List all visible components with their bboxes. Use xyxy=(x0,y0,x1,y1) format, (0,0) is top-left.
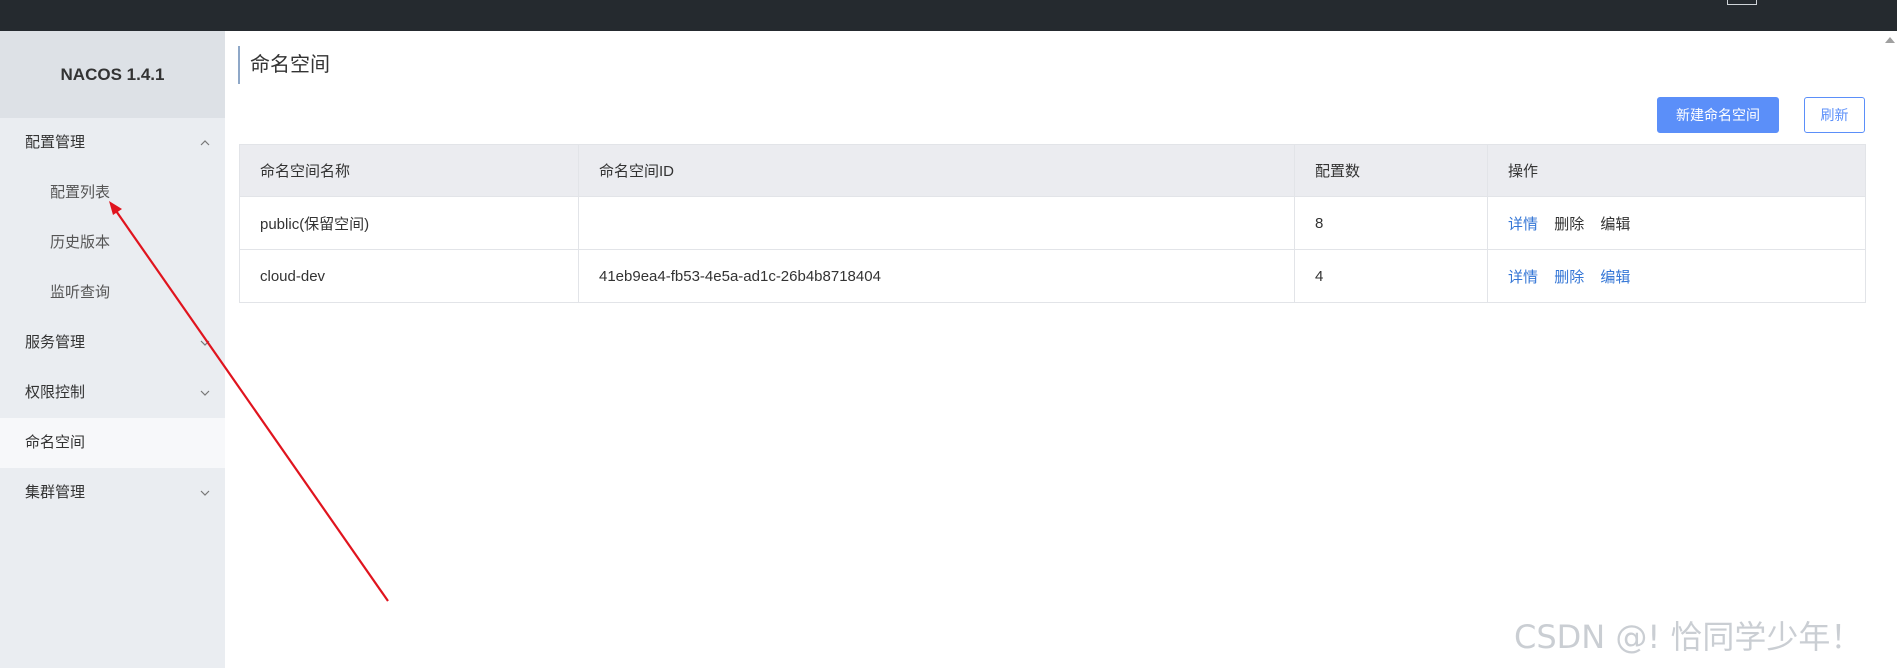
namespace-id-cell xyxy=(578,196,1295,250)
namespace-id-cell: 41eb9ea4-fb53-4e5a-ad1c-26b4b8718404 xyxy=(578,249,1295,303)
sidebar-item-service-management[interactable]: 服务管理 xyxy=(0,318,225,368)
sidebar-item-history[interactable]: 历史版本 xyxy=(0,218,225,268)
sidebar-item-access-control[interactable]: 权限控制 xyxy=(0,368,225,418)
column-header-name: 命名空间名称 xyxy=(239,144,579,197)
scrollbar[interactable] xyxy=(1881,31,1897,668)
sidebar-item-label: 监听查询 xyxy=(50,284,111,301)
top-navbar xyxy=(0,0,1897,31)
namespace-name-cell: cloud-dev xyxy=(239,249,579,303)
column-header-id: 命名空间ID xyxy=(578,144,1295,197)
config-count-cell: 4 xyxy=(1294,249,1488,303)
sidebar-item-config-management[interactable]: 配置管理 xyxy=(0,118,225,168)
scroll-up-arrow-icon[interactable] xyxy=(1885,37,1895,43)
chevron-down-icon xyxy=(199,318,211,368)
topbar-control[interactable] xyxy=(1727,0,1757,5)
edit-link[interactable]: 编辑 xyxy=(1600,216,1630,233)
config-count-cell: 8 xyxy=(1294,196,1488,250)
chevron-down-icon xyxy=(199,468,211,518)
table-row: public(保留空间) 8 详情 删除 编辑 xyxy=(239,196,1866,250)
sidebar-item-label: 历史版本 xyxy=(50,234,111,251)
chevron-up-icon xyxy=(199,118,211,168)
table-row: cloud-dev 41eb9ea4-fb53-4e5a-ad1c-26b4b8… xyxy=(239,249,1866,303)
namespace-name-cell: public(保留空间) xyxy=(239,196,579,250)
refresh-button[interactable]: 刷新 xyxy=(1804,97,1865,133)
create-namespace-button[interactable]: 新建命名空间 xyxy=(1657,97,1779,133)
sidebar-item-label: 命名空间 xyxy=(25,434,86,451)
details-link[interactable]: 详情 xyxy=(1508,216,1538,233)
actions-cell: 详情 删除 编辑 xyxy=(1487,249,1866,303)
column-header-actions: 操作 xyxy=(1487,144,1866,197)
sidebar-item-namespace[interactable]: 命名空间 xyxy=(0,418,225,468)
sidebar-item-config-list[interactable]: 配置列表 xyxy=(0,168,225,218)
page-title: 命名空间 xyxy=(238,46,330,84)
sidebar-item-listener-query[interactable]: 监听查询 xyxy=(0,268,225,318)
main-content: 命名空间 新建命名空间 刷新 命名空间名称 命名空间ID 配置数 操作 publ… xyxy=(225,31,1897,668)
delete-link[interactable]: 删除 xyxy=(1554,269,1584,286)
details-link[interactable]: 详情 xyxy=(1508,269,1538,286)
sidebar-item-label: 权限控制 xyxy=(25,384,86,401)
brand-logo[interactable]: NACOS 1.4.1 xyxy=(0,31,225,118)
sidebar-item-label: 集群管理 xyxy=(25,484,86,501)
table-header-row: 命名空间名称 命名空间ID 配置数 操作 xyxy=(239,144,1866,197)
watermark: CSDN @! 恰同学少年！ xyxy=(1514,618,1863,656)
sidebar: NACOS 1.4.1 配置管理 配置列表 历史版本 监听查询 服务管理 权限控… xyxy=(0,31,225,668)
delete-link[interactable]: 删除 xyxy=(1554,216,1584,233)
sidebar-item-label: 服务管理 xyxy=(25,334,86,351)
column-header-count: 配置数 xyxy=(1294,144,1488,197)
chevron-down-icon xyxy=(199,368,211,418)
edit-link[interactable]: 编辑 xyxy=(1600,269,1630,286)
actions-cell: 详情 删除 编辑 xyxy=(1487,196,1866,250)
namespace-table: 命名空间名称 命名空间ID 配置数 操作 public(保留空间) 8 详情 删… xyxy=(239,144,1866,303)
sidebar-item-label: 配置列表 xyxy=(50,184,111,201)
sidebar-item-label: 配置管理 xyxy=(25,134,86,151)
sidebar-item-cluster-management[interactable]: 集群管理 xyxy=(0,468,225,518)
